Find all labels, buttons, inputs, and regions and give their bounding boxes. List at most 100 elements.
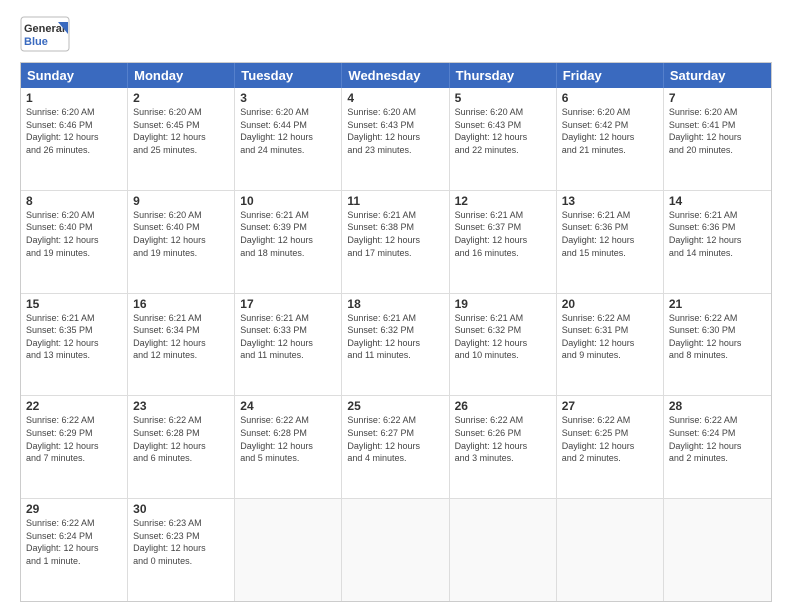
calendar-cell-15: 15Sunrise: 6:21 AMSunset: 6:35 PMDayligh…: [21, 294, 128, 396]
day-number: 18: [347, 297, 443, 311]
day-number: 12: [455, 194, 551, 208]
day-number: 6: [562, 91, 658, 105]
calendar-body: 1Sunrise: 6:20 AMSunset: 6:46 PMDaylight…: [21, 88, 771, 601]
day-number: 26: [455, 399, 551, 413]
cell-info: Sunrise: 6:22 AMSunset: 6:28 PMDaylight:…: [133, 414, 229, 464]
calendar-row-4: 22Sunrise: 6:22 AMSunset: 6:29 PMDayligh…: [21, 396, 771, 499]
cell-info: Sunrise: 6:22 AMSunset: 6:30 PMDaylight:…: [669, 312, 766, 362]
cell-info: Sunrise: 6:20 AMSunset: 6:44 PMDaylight:…: [240, 106, 336, 156]
cell-info: Sunrise: 6:20 AMSunset: 6:40 PMDaylight:…: [133, 209, 229, 259]
calendar-cell-24: 24Sunrise: 6:22 AMSunset: 6:28 PMDayligh…: [235, 396, 342, 498]
day-number: 21: [669, 297, 766, 311]
calendar-cell-17: 17Sunrise: 6:21 AMSunset: 6:33 PMDayligh…: [235, 294, 342, 396]
cell-info: Sunrise: 6:21 AMSunset: 6:39 PMDaylight:…: [240, 209, 336, 259]
calendar-cell-19: 19Sunrise: 6:21 AMSunset: 6:32 PMDayligh…: [450, 294, 557, 396]
svg-text:General: General: [24, 23, 65, 35]
calendar-cell-4: 4Sunrise: 6:20 AMSunset: 6:43 PMDaylight…: [342, 88, 449, 190]
day-number: 1: [26, 91, 122, 105]
calendar-cell-5: 5Sunrise: 6:20 AMSunset: 6:43 PMDaylight…: [450, 88, 557, 190]
calendar-cell-2: 2Sunrise: 6:20 AMSunset: 6:45 PMDaylight…: [128, 88, 235, 190]
cell-info: Sunrise: 6:20 AMSunset: 6:42 PMDaylight:…: [562, 106, 658, 156]
main-container: GeneralBlue SundayMondayTuesdayWednesday…: [0, 0, 792, 612]
calendar-cell-21: 21Sunrise: 6:22 AMSunset: 6:30 PMDayligh…: [664, 294, 771, 396]
cell-info: Sunrise: 6:21 AMSunset: 6:36 PMDaylight:…: [669, 209, 766, 259]
day-number: 7: [669, 91, 766, 105]
cell-info: Sunrise: 6:20 AMSunset: 6:46 PMDaylight:…: [26, 106, 122, 156]
calendar-cell-10: 10Sunrise: 6:21 AMSunset: 6:39 PMDayligh…: [235, 191, 342, 293]
cell-info: Sunrise: 6:21 AMSunset: 6:33 PMDaylight:…: [240, 312, 336, 362]
header-day-friday: Friday: [557, 63, 664, 88]
calendar-cell-empty: [235, 499, 342, 601]
day-number: 25: [347, 399, 443, 413]
day-number: 10: [240, 194, 336, 208]
header-day-tuesday: Tuesday: [235, 63, 342, 88]
cell-info: Sunrise: 6:22 AMSunset: 6:27 PMDaylight:…: [347, 414, 443, 464]
cell-info: Sunrise: 6:20 AMSunset: 6:45 PMDaylight:…: [133, 106, 229, 156]
cell-info: Sunrise: 6:22 AMSunset: 6:29 PMDaylight:…: [26, 414, 122, 464]
calendar-cell-20: 20Sunrise: 6:22 AMSunset: 6:31 PMDayligh…: [557, 294, 664, 396]
calendar-cell-9: 9Sunrise: 6:20 AMSunset: 6:40 PMDaylight…: [128, 191, 235, 293]
header-day-saturday: Saturday: [664, 63, 771, 88]
day-number: 4: [347, 91, 443, 105]
cell-info: Sunrise: 6:22 AMSunset: 6:28 PMDaylight:…: [240, 414, 336, 464]
calendar-header: SundayMondayTuesdayWednesdayThursdayFrid…: [21, 63, 771, 88]
day-number: 3: [240, 91, 336, 105]
day-number: 30: [133, 502, 229, 516]
day-number: 9: [133, 194, 229, 208]
day-number: 13: [562, 194, 658, 208]
day-number: 8: [26, 194, 122, 208]
day-number: 23: [133, 399, 229, 413]
cell-info: Sunrise: 6:21 AMSunset: 6:32 PMDaylight:…: [455, 312, 551, 362]
calendar-cell-25: 25Sunrise: 6:22 AMSunset: 6:27 PMDayligh…: [342, 396, 449, 498]
calendar-cell-empty: [450, 499, 557, 601]
calendar-cell-empty: [342, 499, 449, 601]
day-number: 28: [669, 399, 766, 413]
cell-info: Sunrise: 6:21 AMSunset: 6:36 PMDaylight:…: [562, 209, 658, 259]
day-number: 29: [26, 502, 122, 516]
cell-info: Sunrise: 6:21 AMSunset: 6:35 PMDaylight:…: [26, 312, 122, 362]
calendar-cell-empty: [557, 499, 664, 601]
calendar-cell-12: 12Sunrise: 6:21 AMSunset: 6:37 PMDayligh…: [450, 191, 557, 293]
calendar-cell-29: 29Sunrise: 6:22 AMSunset: 6:24 PMDayligh…: [21, 499, 128, 601]
cell-info: Sunrise: 6:21 AMSunset: 6:37 PMDaylight:…: [455, 209, 551, 259]
page-header: GeneralBlue: [20, 16, 772, 52]
cell-info: Sunrise: 6:20 AMSunset: 6:43 PMDaylight:…: [347, 106, 443, 156]
cell-info: Sunrise: 6:21 AMSunset: 6:32 PMDaylight:…: [347, 312, 443, 362]
day-number: 19: [455, 297, 551, 311]
calendar-cell-16: 16Sunrise: 6:21 AMSunset: 6:34 PMDayligh…: [128, 294, 235, 396]
calendar-cell-30: 30Sunrise: 6:23 AMSunset: 6:23 PMDayligh…: [128, 499, 235, 601]
cell-info: Sunrise: 6:23 AMSunset: 6:23 PMDaylight:…: [133, 517, 229, 567]
calendar-cell-27: 27Sunrise: 6:22 AMSunset: 6:25 PMDayligh…: [557, 396, 664, 498]
calendar-cell-11: 11Sunrise: 6:21 AMSunset: 6:38 PMDayligh…: [342, 191, 449, 293]
calendar-cell-14: 14Sunrise: 6:21 AMSunset: 6:36 PMDayligh…: [664, 191, 771, 293]
svg-text:Blue: Blue: [24, 36, 48, 48]
cell-info: Sunrise: 6:20 AMSunset: 6:43 PMDaylight:…: [455, 106, 551, 156]
cell-info: Sunrise: 6:20 AMSunset: 6:40 PMDaylight:…: [26, 209, 122, 259]
calendar-cell-26: 26Sunrise: 6:22 AMSunset: 6:26 PMDayligh…: [450, 396, 557, 498]
cell-info: Sunrise: 6:22 AMSunset: 6:31 PMDaylight:…: [562, 312, 658, 362]
cell-info: Sunrise: 6:20 AMSunset: 6:41 PMDaylight:…: [669, 106, 766, 156]
calendar-cell-18: 18Sunrise: 6:21 AMSunset: 6:32 PMDayligh…: [342, 294, 449, 396]
calendar-cell-22: 22Sunrise: 6:22 AMSunset: 6:29 PMDayligh…: [21, 396, 128, 498]
header-day-monday: Monday: [128, 63, 235, 88]
calendar-cell-28: 28Sunrise: 6:22 AMSunset: 6:24 PMDayligh…: [664, 396, 771, 498]
day-number: 24: [240, 399, 336, 413]
header-day-thursday: Thursday: [450, 63, 557, 88]
logo-icon: GeneralBlue: [20, 16, 70, 52]
calendar: SundayMondayTuesdayWednesdayThursdayFrid…: [20, 62, 772, 602]
calendar-row-3: 15Sunrise: 6:21 AMSunset: 6:35 PMDayligh…: [21, 294, 771, 397]
calendar-cell-13: 13Sunrise: 6:21 AMSunset: 6:36 PMDayligh…: [557, 191, 664, 293]
calendar-cell-7: 7Sunrise: 6:20 AMSunset: 6:41 PMDaylight…: [664, 88, 771, 190]
cell-info: Sunrise: 6:21 AMSunset: 6:34 PMDaylight:…: [133, 312, 229, 362]
calendar-cell-8: 8Sunrise: 6:20 AMSunset: 6:40 PMDaylight…: [21, 191, 128, 293]
cell-info: Sunrise: 6:22 AMSunset: 6:26 PMDaylight:…: [455, 414, 551, 464]
day-number: 16: [133, 297, 229, 311]
cell-info: Sunrise: 6:22 AMSunset: 6:24 PMDaylight:…: [669, 414, 766, 464]
cell-info: Sunrise: 6:22 AMSunset: 6:24 PMDaylight:…: [26, 517, 122, 567]
logo: GeneralBlue: [20, 16, 70, 52]
day-number: 11: [347, 194, 443, 208]
calendar-cell-empty: [664, 499, 771, 601]
day-number: 15: [26, 297, 122, 311]
calendar-row-2: 8Sunrise: 6:20 AMSunset: 6:40 PMDaylight…: [21, 191, 771, 294]
calendar-cell-6: 6Sunrise: 6:20 AMSunset: 6:42 PMDaylight…: [557, 88, 664, 190]
